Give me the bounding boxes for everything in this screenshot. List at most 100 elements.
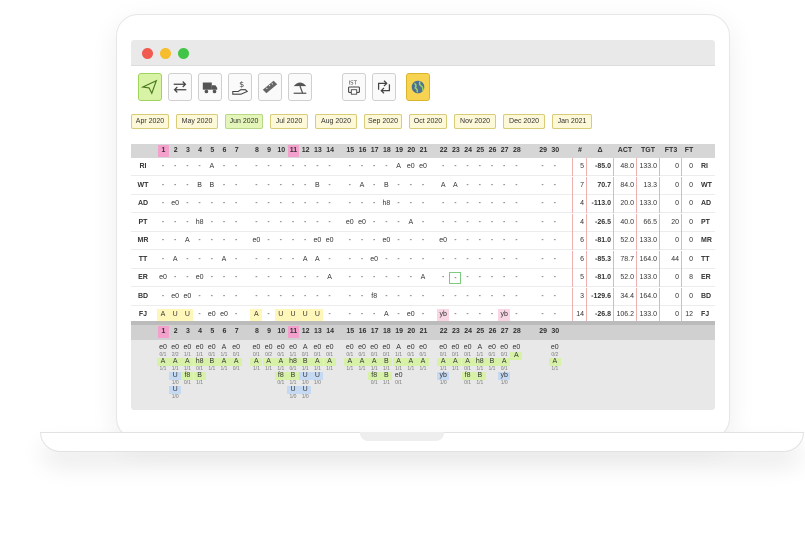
shift-cell[interactable]: - [356,161,368,173]
shift-cell[interactable]: - [344,309,356,321]
shift-cell[interactable]: e0 [181,291,193,303]
shift-cell[interactable]: - [405,291,417,303]
shift-cell[interactable]: - [449,291,461,303]
shift-cell[interactable]: - [549,291,561,303]
shift-cell[interactable]: h8 [194,217,206,229]
shift-cell[interactable]: - [486,198,498,210]
shift-cell[interactable]: e0 [206,309,218,321]
shift-cell[interactable]: h8 [380,198,392,210]
shift-cell[interactable]: - [275,180,287,192]
shift-cell[interactable]: e0 [250,235,262,247]
shift-cell[interactable]: e0 [311,235,323,247]
shift-cell[interactable]: - [250,254,262,266]
shift-cell[interactable]: - [263,180,275,192]
shift-cell[interactable]: - [498,161,510,173]
shift-cell[interactable]: - [449,309,461,321]
shift-cell[interactable]: - [510,198,522,210]
shift-cell[interactable]: - [194,235,206,247]
shift-cell[interactable]: - [356,254,368,266]
shift-cell[interactable]: e0 [417,161,429,173]
shift-cell[interactable]: B [206,180,218,192]
shift-cell[interactable]: - [287,254,299,266]
shift-cell[interactable]: - [230,309,242,321]
shift-cell[interactable]: B [380,180,392,192]
shift-cell[interactable]: - [230,217,242,229]
shift-cell[interactable]: - [462,272,474,284]
shift-cell[interactable]: - [417,235,429,247]
shift-cell[interactable]: - [287,291,299,303]
shift-cell[interactable]: - [344,161,356,173]
shift-cell[interactable]: - [437,198,449,210]
repeat-button[interactable] [372,73,396,101]
shift-cell[interactable]: - [181,198,193,210]
shift-cell[interactable]: - [157,291,169,303]
shift-cell[interactable]: - [250,198,262,210]
shift-cell[interactable]: U [181,309,194,321]
shift-cell[interactable]: - [194,161,206,173]
shift-cell[interactable]: - [230,254,242,266]
shift-cell[interactable]: B [311,180,323,192]
shift-cell[interactable]: - [380,272,392,284]
shift-cell[interactable]: - [356,198,368,210]
shift-cell[interactable]: A [417,272,429,284]
shift-cell[interactable]: - [287,198,299,210]
shift-cell[interactable]: - [393,291,405,303]
shift-cell[interactable]: - [218,180,230,192]
shift-cell[interactable]: - [169,161,181,173]
month-button[interactable]: Jul 2020 [270,114,308,129]
shift-cell[interactable]: - [324,217,336,229]
shift-cell[interactable]: - [462,235,474,247]
shift-cell[interactable]: - [449,217,461,229]
shift-cell[interactable]: - [275,254,287,266]
shift-cell[interactable]: - [537,180,549,192]
shift-cell[interactable]: - [380,254,392,266]
shift-cell[interactable]: - [194,254,206,266]
shift-cell[interactable]: - [449,272,462,284]
shift-cell[interactable]: f8 [368,291,380,303]
shift-cell[interactable]: - [549,161,561,173]
shift-cell[interactable]: yb [498,309,511,321]
shift-cell[interactable]: - [206,254,218,266]
shift-cell[interactable]: - [510,272,522,284]
shift-cell[interactable]: - [417,254,429,266]
shift-cell[interactable]: - [324,291,336,303]
maximize-window-button[interactable] [178,48,189,59]
shift-cell[interactable]: - [250,217,262,229]
shift-cell[interactable]: - [287,235,299,247]
shift-cell[interactable]: - [169,235,181,247]
shift-cell[interactable]: A [437,180,449,192]
shift-cell[interactable]: - [157,217,169,229]
shift-cell[interactable]: - [437,217,449,229]
shift-cell[interactable]: - [206,235,218,247]
shift-cell[interactable]: - [263,235,275,247]
shift-cell[interactable]: A [169,254,181,266]
shift-cell[interactable]: - [368,235,380,247]
shift-cell[interactable]: - [299,217,311,229]
shift-cell[interactable]: - [230,180,242,192]
shift-cell[interactable]: A [393,161,405,173]
shift-cell[interactable]: - [356,309,368,321]
shift-cell[interactable]: - [368,309,380,321]
shift-cell[interactable]: - [537,272,549,284]
shift-cell[interactable]: - [157,180,169,192]
shift-cell[interactable]: - [157,198,169,210]
row-label[interactable]: MR [133,232,153,250]
shift-cell[interactable]: - [449,254,461,266]
minimize-window-button[interactable] [160,48,171,59]
shift-cell[interactable]: - [218,217,230,229]
shift-cell[interactable]: yb [437,309,450,321]
month-button[interactable]: Oct 2020 [409,114,447,129]
month-button[interactable]: Sep 2020 [364,114,402,129]
shift-cell[interactable]: - [405,272,417,284]
shift-cell[interactable]: - [311,272,323,284]
payment-button[interactable]: $ [228,73,252,101]
shift-cell[interactable]: - [405,180,417,192]
shift-cell[interactable]: - [311,217,323,229]
shift-cell[interactable]: - [157,235,169,247]
shift-cell[interactable]: A [324,272,336,284]
shift-cell[interactable]: - [287,272,299,284]
shift-cell[interactable]: - [498,254,510,266]
shift-cell[interactable]: - [380,291,392,303]
month-button[interactable]: Jun 2020 [225,114,263,129]
shift-cell[interactable]: - [206,291,218,303]
